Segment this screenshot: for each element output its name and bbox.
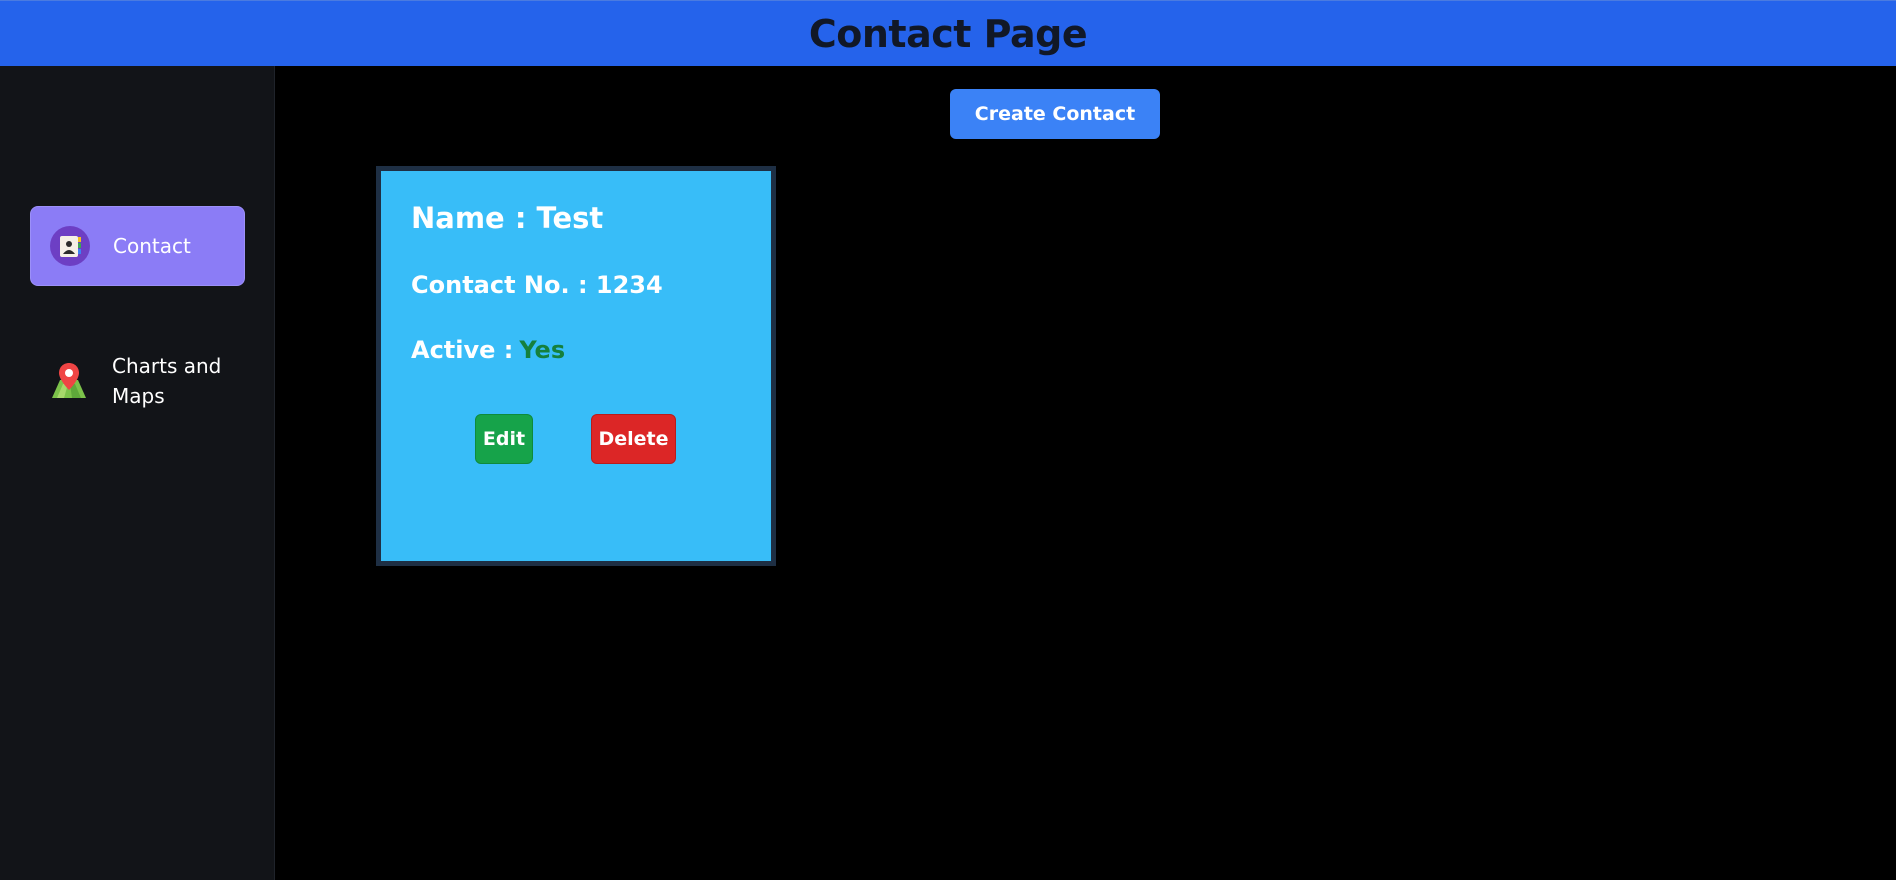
contact-name: Name : Test [411, 201, 604, 235]
edit-button[interactable]: Edit [475, 414, 533, 464]
delete-button[interactable]: Delete [591, 414, 676, 464]
active-value: Yes [519, 336, 566, 364]
contact-book-icon [49, 225, 91, 267]
app-header: Contact Page [0, 0, 1896, 66]
sidebar-item-contact[interactable]: Contact [30, 206, 245, 286]
sidebar-item-label: Charts and Maps [112, 354, 222, 408]
page-title: Contact Page [808, 11, 1088, 56]
contact-active-status: Active : Yes [411, 336, 565, 364]
sidebar-item-label: Contact [113, 234, 191, 258]
contact-card: Name : Test Contact No. : 1234 Active :Y… [376, 166, 776, 566]
contact-number: Contact No. : 1234 [411, 271, 663, 299]
sidebar: Contact Charts and Maps [0, 66, 275, 880]
main-content: Create Contact Name : Test Contact No. :… [276, 66, 1896, 880]
create-contact-button[interactable]: Create Contact [950, 89, 1160, 139]
sidebar-item-charts-and-maps[interactable]: Charts and Maps [30, 336, 245, 426]
map-pin-icon [48, 360, 90, 402]
active-label: Active : [411, 336, 514, 364]
